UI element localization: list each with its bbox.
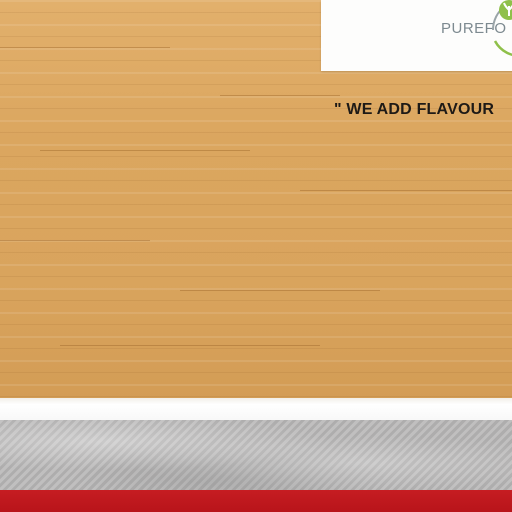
scene: PUREFO " WE ADD FLAVOUR — [0, 0, 512, 512]
brand-sign: PUREFO — [321, 0, 512, 71]
plank-seam — [180, 290, 380, 291]
plank-seam — [0, 240, 150, 241]
plank-seam — [60, 345, 320, 346]
red-carpet — [0, 490, 512, 512]
leaf-logo-icon — [492, 0, 512, 56]
plank-seam — [40, 150, 250, 151]
plank-seam — [0, 47, 170, 48]
plank-seam — [220, 95, 340, 96]
slogan-text: " WE ADD FLAVOUR — [334, 101, 495, 118]
grey-floor — [0, 420, 512, 492]
plank-seam — [300, 190, 512, 191]
